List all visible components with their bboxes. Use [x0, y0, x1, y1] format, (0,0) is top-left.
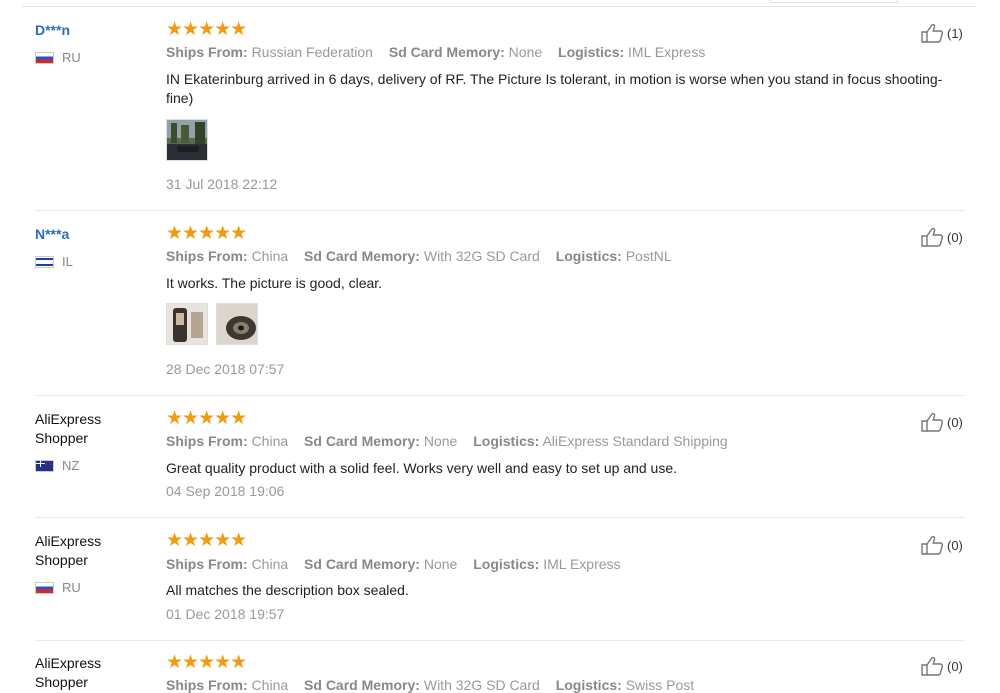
rating-stars: ★★★★★ — [166, 19, 247, 40]
ships-from-label: Ships From: — [166, 44, 248, 60]
review-photo[interactable] — [166, 303, 208, 345]
memory-label: Sd Card Memory: — [304, 248, 420, 264]
rating-stars: ★★★★★ — [166, 408, 247, 429]
logistics-label: Logistics: — [473, 556, 540, 572]
new-zealand-flag-icon — [35, 459, 54, 472]
review-attributes: Ships From: China Sd Card Memory: None L… — [166, 556, 621, 572]
country-code: NZ — [62, 458, 80, 473]
israel-flag-icon — [35, 255, 54, 268]
reviewer-name: AliExpress Shopper — [35, 411, 102, 446]
review-text: IN Ekaterinburg arrived in 6 days, deliv… — [166, 71, 943, 106]
country-code: RU — [62, 50, 81, 65]
logistics-value: IML Express — [543, 556, 621, 572]
reviewer-name: AliExpress Shopper — [35, 533, 102, 568]
ships-from-value: China — [251, 556, 289, 572]
memory-label: Sd Card Memory: — [304, 433, 420, 449]
ships-from-label: Ships From: — [166, 433, 248, 449]
helpful-button[interactable]: (1) — [921, 23, 963, 43]
helpful-button[interactable]: (0) — [921, 412, 963, 432]
reviewer-name[interactable]: D***n — [35, 21, 125, 40]
ships-from-value: China — [251, 433, 289, 449]
review-attributes: Ships From: China Sd Card Memory: With 3… — [166, 248, 672, 264]
russia-flag-icon — [35, 581, 54, 594]
ships-from-label: Ships From: — [166, 248, 248, 264]
review-photo[interactable] — [216, 303, 258, 345]
review-attributes: Ships From: Russian Federation Sd Card M… — [166, 44, 705, 60]
ships-from-label: Ships From: — [166, 556, 248, 572]
thumbs-up-icon — [921, 227, 944, 247]
ships-from-label: Ships From: — [166, 677, 248, 693]
logistics-value: IML Express — [628, 44, 706, 60]
review-text: All matches the description box sealed. — [166, 582, 409, 598]
memory-label: Sd Card Memory: — [388, 44, 505, 60]
helpful-button[interactable]: (0) — [921, 535, 963, 555]
top-divider — [22, 6, 976, 7]
review-date: 28 Dec 2018 07:57 — [166, 361, 285, 377]
helpful-count: (1) — [947, 25, 963, 41]
reviewer-name: AliExpress Shopper — [35, 655, 102, 690]
memory-value: With 32G SD Card — [423, 248, 540, 264]
review-divider — [35, 395, 965, 396]
reviewer-country: IL — [35, 254, 73, 269]
review-date: 01 Dec 2018 19:57 — [166, 606, 285, 622]
reviewer-country: RU — [35, 580, 81, 595]
logistics-label: Logistics: — [473, 433, 540, 449]
logistics-value: PostNL — [625, 248, 672, 264]
ships-from-value: Russian Federation — [251, 44, 373, 60]
logistics-value: AliExpress Standard Shipping — [542, 433, 728, 449]
review-divider — [35, 210, 965, 211]
review-text: It works. The picture is good, clear. — [166, 275, 383, 291]
review-divider — [35, 517, 965, 518]
logistics-label: Logistics: — [555, 248, 622, 264]
helpful-count: (0) — [947, 537, 963, 553]
rating-stars: ★★★★★ — [166, 530, 247, 551]
reviewer-country: RU — [35, 50, 81, 65]
memory-value: None — [508, 44, 543, 60]
country-code: RU — [62, 580, 81, 595]
ships-from-value: China — [251, 248, 289, 264]
review-attributes: Ships From: China Sd Card Memory: None L… — [166, 433, 728, 449]
helpful-button[interactable]: (0) — [921, 227, 963, 247]
memory-value: With 32G SD Card — [423, 677, 540, 693]
review-divider — [35, 640, 965, 641]
thumbs-up-icon — [921, 656, 944, 676]
reviewer-name[interactable]: N***a — [35, 225, 125, 244]
review-text: Great quality product with a solid feel.… — [166, 460, 677, 476]
logistics-value: Swiss Post — [625, 677, 695, 693]
memory-label: Sd Card Memory: — [304, 556, 420, 572]
logistics-label: Logistics: — [558, 44, 625, 60]
top-control-edge — [770, 0, 898, 3]
thumbs-up-icon — [921, 23, 944, 43]
review-date: 04 Sep 2018 19:06 — [166, 483, 285, 499]
review-photo[interactable] — [166, 119, 208, 161]
russia-flag-icon — [35, 51, 54, 64]
helpful-count: (0) — [947, 658, 963, 674]
review-date: 31 Jul 2018 22:12 — [166, 176, 278, 192]
thumbs-up-icon — [921, 412, 944, 432]
logistics-label: Logistics: — [555, 677, 622, 693]
helpful-button[interactable]: (0) — [921, 656, 963, 676]
ships-from-value: China — [251, 677, 289, 693]
rating-stars: ★★★★★ — [166, 223, 247, 244]
rating-stars: ★★★★★ — [166, 652, 247, 673]
memory-value: None — [423, 433, 458, 449]
reviewer-country: NZ — [35, 458, 79, 473]
helpful-count: (0) — [947, 229, 963, 245]
memory-value: None — [423, 556, 458, 572]
memory-label: Sd Card Memory: — [304, 677, 420, 693]
review-attributes: Ships From: China Sd Card Memory: With 3… — [166, 677, 694, 693]
thumbs-up-icon — [921, 535, 944, 555]
country-code: IL — [62, 254, 73, 269]
helpful-count: (0) — [947, 414, 963, 430]
